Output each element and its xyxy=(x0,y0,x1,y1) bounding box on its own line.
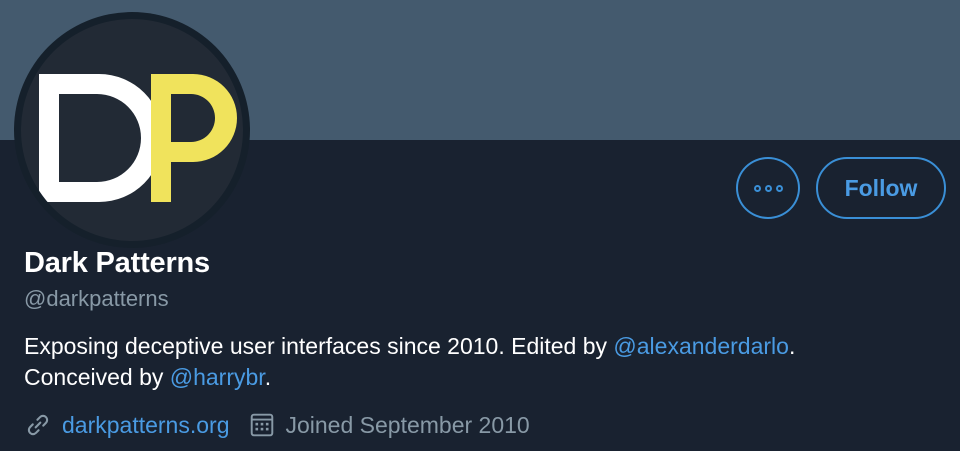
bio-text: Exposing deceptive user interfaces since… xyxy=(24,333,614,359)
avatar-letter-d xyxy=(39,74,163,202)
avatar[interactable] xyxy=(14,12,250,248)
more-icon xyxy=(753,184,761,192)
display-name: Dark Patterns xyxy=(24,247,210,279)
avatar-image xyxy=(21,19,243,241)
more-button[interactable] xyxy=(736,157,800,219)
avatar-letter-p xyxy=(151,74,237,202)
bio-text: Conceived by xyxy=(24,364,170,390)
website-item: darkpatterns.org xyxy=(24,411,229,439)
follow-button[interactable]: Follow xyxy=(816,157,946,219)
user-handle: @darkpatterns xyxy=(24,286,169,311)
more-icon-dot xyxy=(764,184,772,192)
dp-logo xyxy=(39,74,237,202)
bio-text: . xyxy=(264,364,272,390)
mention-link-harrybr[interactable]: @harrybr xyxy=(170,364,265,390)
bio-text: . xyxy=(788,333,796,359)
more-icon-dot xyxy=(775,184,783,192)
website-link[interactable]: darkpatterns.org xyxy=(62,412,229,439)
profile-meta: darkpatterns.org Joined September 2010 xyxy=(24,408,530,442)
mention-link-alexanderdarlo[interactable]: @alexanderdarlo xyxy=(613,333,789,359)
profile-bio: Exposing deceptive user interfaces since… xyxy=(24,331,924,393)
link-icon xyxy=(24,411,52,439)
joined-date: Joined September 2010 xyxy=(285,411,530,438)
joined-item: Joined September 2010 xyxy=(249,411,530,439)
calendar-icon xyxy=(249,412,275,438)
